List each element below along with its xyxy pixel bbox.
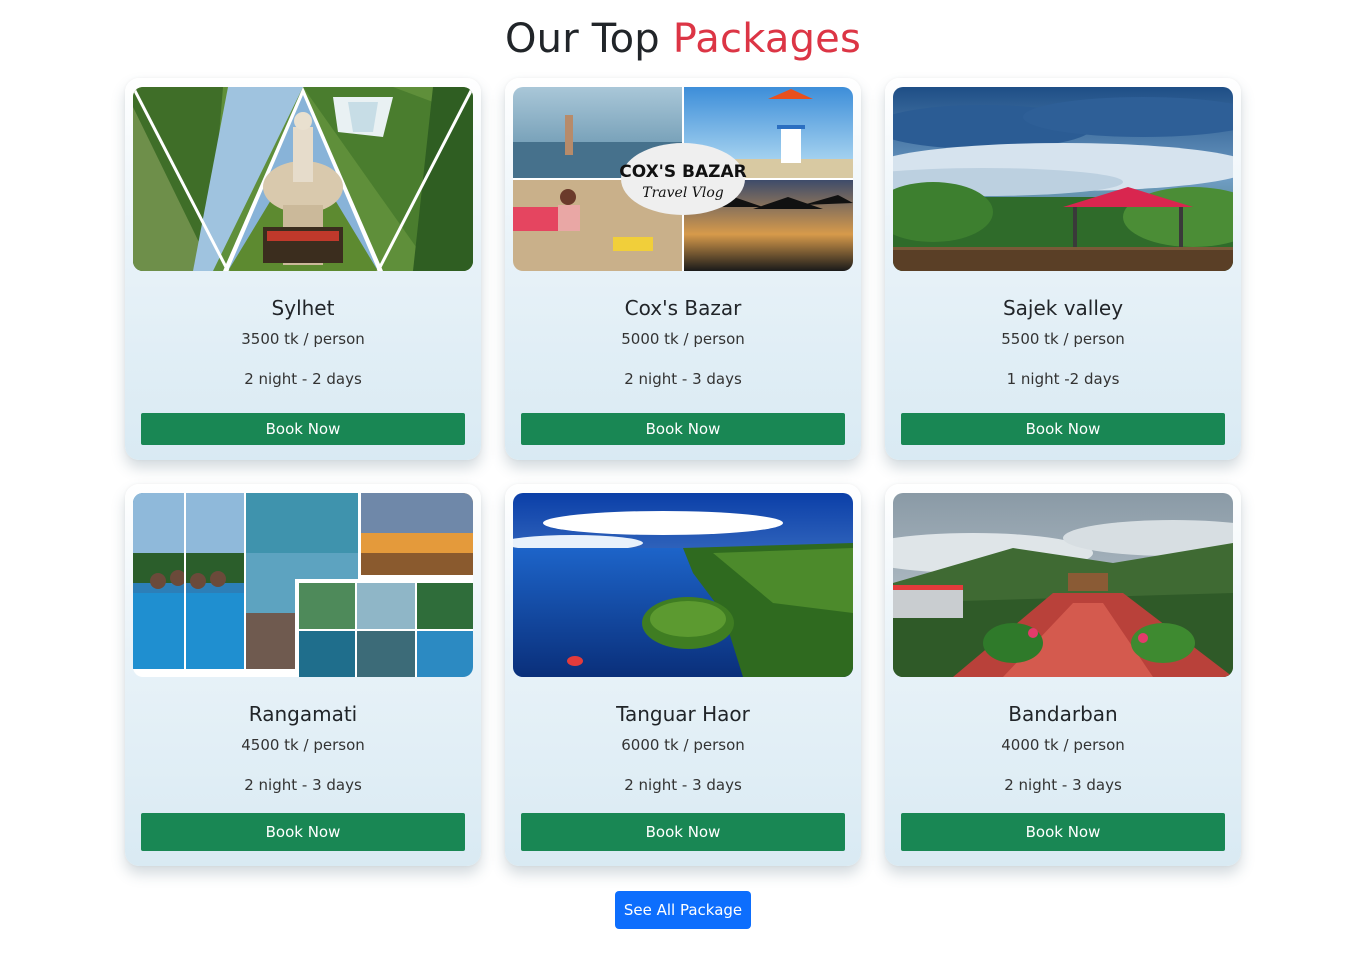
package-duration: 2 night - 3 days — [1004, 776, 1122, 794]
package-card-coxs-bazar: COX'S BAZAR Travel Vlog Cox's Bazar 5000… — [505, 78, 861, 460]
package-duration: 2 night - 2 days — [244, 370, 362, 388]
coxs-bazar-image-subtitle: Travel Vlog — [642, 185, 724, 201]
package-name: Cox's Bazar — [624, 296, 742, 320]
package-card-sajek-valley: Sajek valley 5500 tk / person 1 night -2… — [885, 78, 1241, 460]
package-duration: 1 night -2 days — [1006, 370, 1120, 388]
page-title: Our Top Packages — [0, 16, 1366, 62]
package-duration: 2 night - 3 days — [244, 776, 362, 794]
package-card-sylhet: Sylhet 3500 tk / person 2 night - 2 days… — [125, 78, 481, 460]
package-name: Sajek valley — [1002, 296, 1124, 320]
package-name: Sylhet — [271, 296, 335, 320]
rangamati-photo — [133, 493, 473, 677]
coxs-bazar-photo: COX'S BAZAR Travel Vlog — [513, 87, 853, 271]
package-duration: 2 night - 3 days — [624, 370, 742, 388]
package-price: 6000 tk / person — [621, 736, 745, 754]
package-name: Rangamati — [248, 702, 358, 726]
book-now-button-sajek-valley[interactable]: Book Now — [901, 413, 1225, 445]
package-name: Bandarban — [1008, 702, 1118, 726]
book-now-button-tanguar-haor[interactable]: Book Now — [521, 813, 845, 851]
package-price: 4500 tk / person — [241, 736, 365, 754]
package-price: 4000 tk / person — [1001, 736, 1125, 754]
package-duration: 2 night - 3 days — [624, 776, 742, 794]
coxs-bazar-image-title: COX'S BAZAR — [619, 162, 746, 182]
title-main: Our Top — [504, 16, 673, 62]
package-price: 5500 tk / person — [1001, 330, 1125, 348]
sajek-valley-photo — [893, 87, 1233, 271]
book-now-button-sylhet[interactable]: Book Now — [141, 413, 465, 445]
sylhet-photo — [133, 87, 473, 271]
title-accent: Packages — [672, 16, 862, 62]
book-now-button-coxs-bazar[interactable]: Book Now — [521, 413, 845, 445]
see-all-package-button[interactable]: See All Package — [615, 891, 751, 929]
package-card-bandarban: Bandarban 4000 tk / person 2 night - 3 d… — [885, 484, 1241, 866]
package-name: Tanguar Haor — [616, 702, 750, 726]
package-price: 3500 tk / person — [241, 330, 365, 348]
package-price: 5000 tk / person — [621, 330, 745, 348]
package-card-rangamati: Rangamati 4500 tk / person 2 night - 3 d… — [125, 484, 481, 866]
bandarban-photo — [893, 493, 1233, 677]
book-now-button-rangamati[interactable]: Book Now — [141, 813, 465, 851]
book-now-button-bandarban[interactable]: Book Now — [901, 813, 1225, 851]
tanguar-haor-photo — [513, 493, 853, 677]
package-card-tanguar-haor: Tanguar Haor 6000 tk / person 2 night - … — [505, 484, 861, 866]
